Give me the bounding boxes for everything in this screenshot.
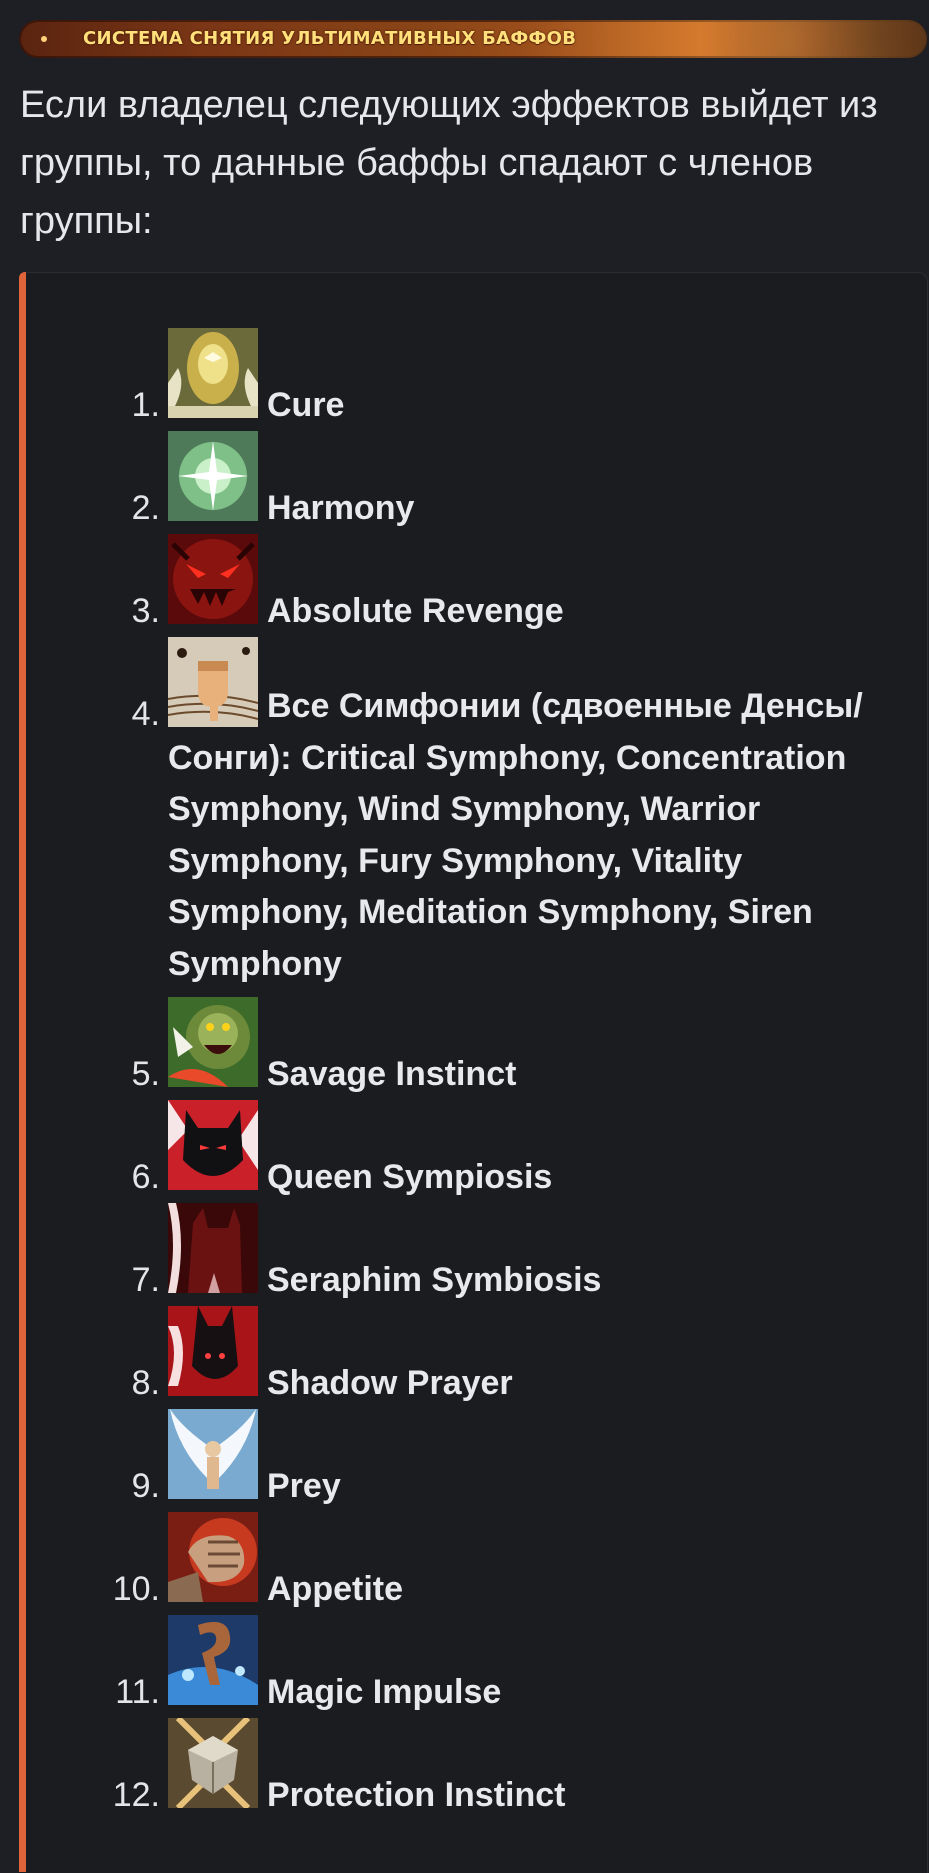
queen-symbiosis-icon xyxy=(168,1100,258,1190)
item-number: 9. xyxy=(131,1467,160,1505)
item-name: Absolute Revenge xyxy=(267,592,564,630)
item-name: Cure xyxy=(267,386,345,424)
savage-instinct-icon xyxy=(168,997,258,1087)
ember-decoration xyxy=(41,36,47,42)
item-number: 4. xyxy=(131,695,160,733)
item-number: 2. xyxy=(131,489,160,527)
item-number: 12. xyxy=(112,1776,160,1814)
seraphim-symbiosis-icon xyxy=(168,1203,258,1293)
item-name: Все Симфонии (сдвоенные Денсы/Сонги): Cr… xyxy=(168,687,863,983)
item-name: Seraphim Symbiosis xyxy=(267,1261,602,1299)
item-number: 11. xyxy=(115,1673,160,1711)
item-name: Protection Instinct xyxy=(267,1776,566,1814)
shadow-prayer-icon xyxy=(168,1306,258,1396)
appetite-icon xyxy=(168,1512,258,1602)
protection-instinct-icon xyxy=(168,1718,258,1808)
item-number: 1. xyxy=(131,386,160,424)
item-number: 7. xyxy=(131,1261,160,1299)
cure-icon xyxy=(168,328,258,418)
item-number: 3. xyxy=(131,592,160,630)
item-number: 5. xyxy=(131,1055,160,1093)
item-name: Savage Instinct xyxy=(267,1055,517,1093)
item-name: Appetite xyxy=(267,1570,403,1608)
item-number: 10. xyxy=(112,1570,160,1608)
item-name: Queen Sympiosis xyxy=(267,1158,553,1196)
intro-text: Если владелец следующих эффектов выйдет … xyxy=(20,84,878,242)
banner-title: СИСТЕМА СНЯТИЯ УЛЬТИМАТИВНЫХ БАФФОВ xyxy=(83,28,577,49)
prey-icon xyxy=(168,1409,258,1499)
section-banner: СИСТЕМА СНЯТИЯ УЛЬТИМАТИВНЫХ БАФФОВ xyxy=(19,20,927,58)
magic-impulse-icon xyxy=(168,1615,258,1705)
item-number: 8. xyxy=(131,1364,160,1402)
harmony-icon xyxy=(168,431,258,521)
item-name: Shadow Prayer xyxy=(267,1364,513,1402)
absolute-revenge-icon xyxy=(168,534,258,624)
item-name: Prey xyxy=(267,1467,341,1505)
item-name: Magic Impulse xyxy=(267,1673,502,1711)
item-number: 6. xyxy=(131,1158,160,1196)
item-name: Harmony xyxy=(267,489,415,527)
